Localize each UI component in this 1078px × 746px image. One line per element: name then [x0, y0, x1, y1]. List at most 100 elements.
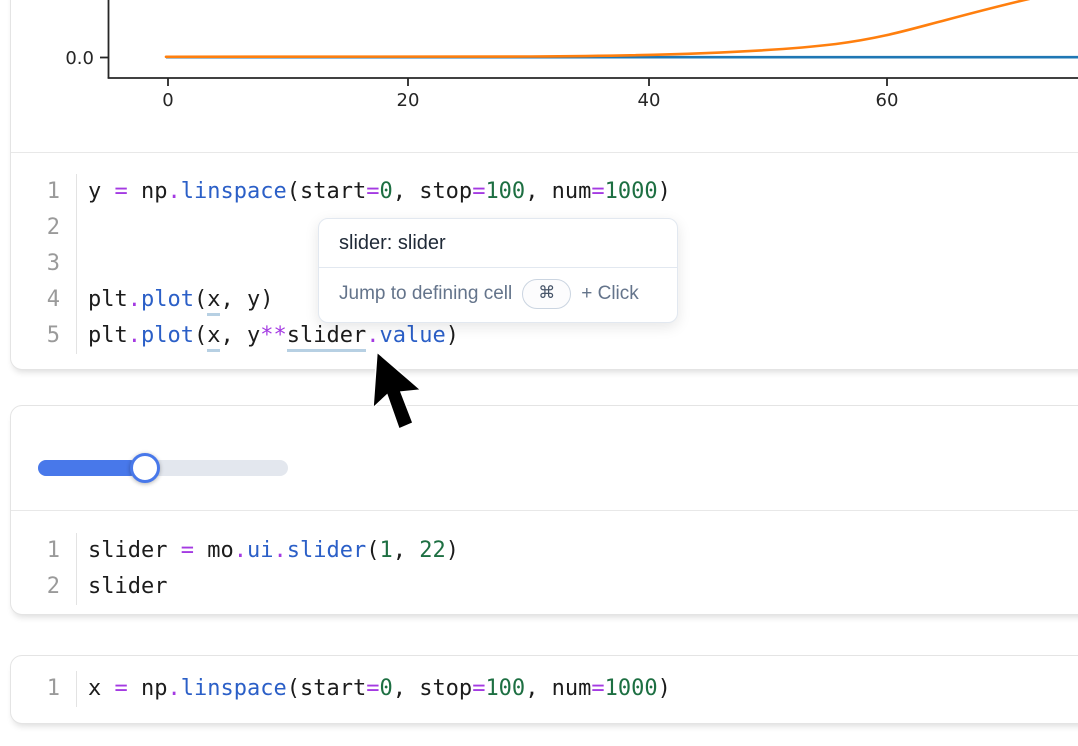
slider-widget[interactable]: [38, 453, 288, 483]
code-token: slider: [287, 538, 366, 563]
plot-output: 0.0 0 20 40 60: [11, 0, 1078, 130]
notebook-canvas: 0.0 0 20 40 60 1y = np.linspace(start=0,…: [0, 0, 1078, 746]
tooltip-action-row[interactable]: Jump to defining cell ⌘ + Click: [319, 268, 677, 322]
code-token: , num: [525, 179, 591, 204]
code-token: plot: [141, 323, 194, 348]
code-token: .: [128, 287, 141, 312]
code-token: y: [88, 179, 115, 204]
slider-fill: [38, 460, 138, 476]
line-number: 1: [11, 671, 77, 707]
code-token: 1000: [605, 676, 658, 701]
code-token: x: [88, 676, 115, 701]
line-number: 2: [11, 569, 77, 605]
code-token: =: [472, 676, 485, 701]
line-number: 3: [11, 246, 77, 282]
line-number: 2: [11, 210, 77, 246]
code-text: plt.plot(x, y): [77, 282, 273, 318]
code-line[interactable]: 2 slider: [11, 569, 1078, 605]
code-token: .: [273, 538, 286, 563]
tooltip-title: slider: slider: [319, 219, 677, 267]
code-token: , num: [525, 676, 591, 701]
code-token: ): [446, 323, 459, 348]
x-tick-label: 20: [397, 90, 420, 111]
code-token: .: [128, 323, 141, 348]
x-tick-label: 0: [162, 90, 173, 111]
code-token: slider: [88, 538, 181, 563]
cross-cell-reference[interactable]: slider: [287, 323, 366, 352]
code-line[interactable]: 1slider = mo.ui.slider(1, 22): [11, 533, 1078, 569]
code-line[interactable]: 1x = np.linspace(start=0, stop=100, num=…: [11, 671, 1078, 707]
code-token: **: [260, 323, 287, 348]
code-token: 22: [419, 538, 446, 563]
cell-slider: 1slider = mo.ui.slider(1, 22)2 slider: [10, 405, 1078, 615]
code-token: =: [591, 676, 604, 701]
code-token: =: [591, 179, 604, 204]
code-token: ,: [393, 538, 420, 563]
code-text: slider: [77, 569, 167, 605]
code-token: , y): [220, 287, 273, 312]
y-tick-label: 0.0: [65, 48, 94, 69]
code-token: (: [194, 323, 207, 348]
code-token: 0: [379, 676, 392, 701]
jump-to-cell-label[interactable]: Jump to defining cell: [339, 283, 512, 305]
variable-hover-tooltip: slider: slider Jump to defining cell ⌘ +…: [318, 218, 678, 323]
code-token: ): [658, 179, 671, 204]
line-number: 1: [11, 174, 77, 210]
code-token: start: [300, 179, 366, 204]
code-text: slider = mo.ui.slider(1, 22): [77, 533, 459, 569]
matplotlib-figure: 0.0 0 20 40 60: [11, 0, 1078, 130]
code-text: plt.plot(x, y**slider.value): [77, 318, 459, 354]
code-token: mo: [194, 538, 234, 563]
code-token: np: [128, 179, 168, 204]
line-number: 4: [11, 282, 77, 318]
code-token: (: [287, 179, 300, 204]
code-token: plot: [141, 287, 194, 312]
code-token: slider: [88, 574, 167, 599]
code-token: ): [658, 676, 671, 701]
code-token: 0: [379, 179, 392, 204]
cross-cell-reference[interactable]: x: [207, 323, 220, 352]
code-editor[interactable]: 1x = np.linspace(start=0, stop=100, num=…: [11, 656, 1078, 707]
code-text: [77, 246, 88, 282]
slider-thumb[interactable]: [130, 453, 160, 483]
code-token: , stop: [393, 676, 472, 701]
code-line[interactable]: 5plt.plot(x, y**slider.value): [11, 318, 1078, 354]
code-token: 1: [379, 538, 392, 563]
code-token: 100: [485, 179, 525, 204]
code-token: =: [366, 179, 379, 204]
code-token: 1000: [605, 179, 658, 204]
command-key-badge: ⌘: [522, 279, 571, 309]
code-token: =: [115, 179, 128, 204]
code-line[interactable]: 1y = np.linspace(start=0, stop=100, num=…: [11, 174, 1078, 210]
x-tick-label: 40: [638, 90, 661, 111]
code-token: =: [472, 179, 485, 204]
code-token: , stop: [393, 179, 472, 204]
x-tick-label: 60: [876, 90, 899, 111]
code-token: plt: [88, 323, 128, 348]
code-token: linspace: [181, 676, 287, 701]
code-token: linspace: [181, 179, 287, 204]
code-token: =: [181, 538, 194, 563]
code-token: =: [366, 676, 379, 701]
code-token: plt: [88, 287, 128, 312]
code-token: .: [234, 538, 247, 563]
code-text: [77, 210, 88, 246]
code-token: =: [115, 676, 128, 701]
code-token: (: [194, 287, 207, 312]
line-number: 5: [11, 318, 77, 354]
click-hint-label: + Click: [581, 283, 639, 305]
code-token: (: [287, 676, 300, 701]
code-text: y = np.linspace(start=0, stop=100, num=1…: [77, 174, 671, 210]
code-token: (: [366, 538, 379, 563]
code-token: .: [366, 323, 379, 348]
code-token: ): [446, 538, 459, 563]
cell-x-definition: 1x = np.linspace(start=0, stop=100, num=…: [10, 655, 1078, 724]
code-token: start: [300, 676, 366, 701]
code-token: .: [168, 676, 181, 701]
cross-cell-reference[interactable]: x: [207, 287, 220, 316]
code-token: , y: [220, 323, 260, 348]
code-editor[interactable]: 1slider = mo.ui.slider(1, 22)2 slider: [11, 511, 1078, 605]
series-line-orange: [166, 0, 1051, 57]
code-token: .: [168, 179, 181, 204]
code-token: 100: [485, 676, 525, 701]
